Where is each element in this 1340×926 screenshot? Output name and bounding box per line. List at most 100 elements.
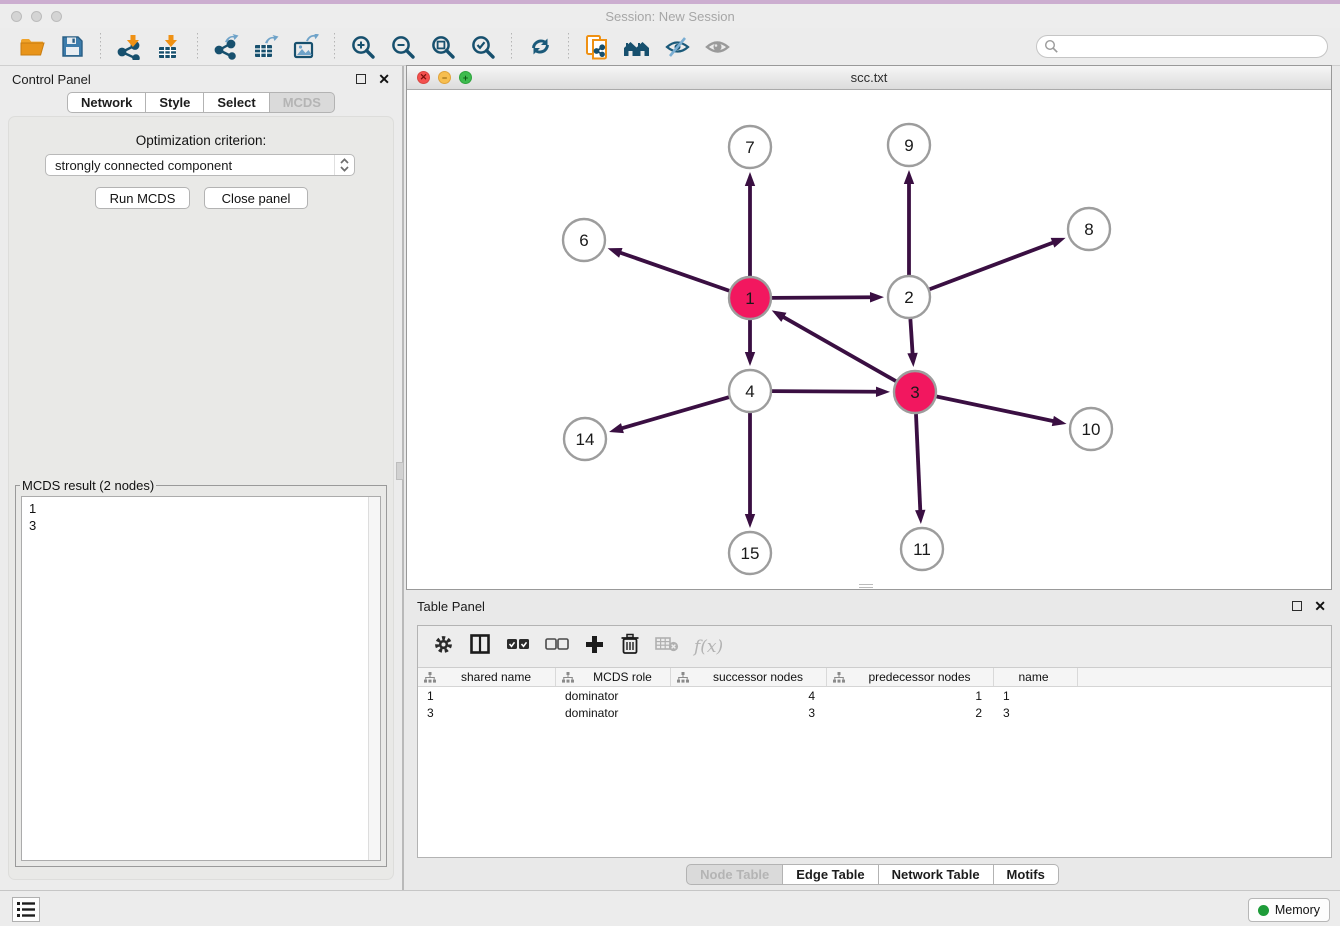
graph-node-9[interactable]: 9 bbox=[888, 124, 930, 166]
graph-arrowhead-1-7 bbox=[745, 172, 755, 186]
mcds-result-title: MCDS result (2 nodes) bbox=[20, 478, 156, 493]
graph-edge-1-2[interactable] bbox=[772, 297, 873, 298]
graph-edge-1-6[interactable] bbox=[618, 252, 729, 291]
memory-label: Memory bbox=[1275, 903, 1320, 917]
import-table-button[interactable] bbox=[154, 32, 184, 62]
graph-node-label: 1 bbox=[745, 289, 754, 308]
graph-edge-3-11[interactable] bbox=[916, 414, 920, 513]
column-header-name[interactable]: name bbox=[994, 668, 1078, 686]
zoom-in-button[interactable] bbox=[348, 32, 378, 62]
criterion-value: strongly connected component bbox=[46, 158, 334, 173]
open-folder-icon bbox=[19, 34, 45, 60]
graph-edge-4-3[interactable] bbox=[772, 391, 879, 392]
tab-network[interactable]: Network bbox=[67, 92, 146, 113]
zoom-selected-button[interactable] bbox=[468, 32, 498, 62]
show-columns-button[interactable] bbox=[469, 633, 491, 660]
save-icon bbox=[60, 34, 85, 59]
tab-mcds[interactable]: MCDS bbox=[270, 92, 335, 113]
graph-node-8[interactable]: 8 bbox=[1068, 208, 1110, 250]
unchecked-boxes-icon bbox=[545, 636, 569, 652]
cell-successor-nodes: 3 bbox=[671, 704, 827, 721]
graph-node-1[interactable]: 1 bbox=[729, 277, 771, 319]
column-header-successor-nodes[interactable]: successor nodes bbox=[671, 668, 827, 686]
table-row[interactable]: 3dominator323 bbox=[418, 704, 1331, 721]
copy-style-button[interactable] bbox=[582, 32, 612, 62]
graph-arrowhead-2-3 bbox=[907, 353, 917, 367]
show-all-button[interactable] bbox=[702, 32, 732, 62]
deselect-all-rows-button[interactable] bbox=[545, 636, 569, 657]
graph-node-7[interactable]: 7 bbox=[729, 126, 771, 168]
close-table-panel-icon[interactable]: ✕ bbox=[1314, 601, 1326, 611]
float-table-panel-icon[interactable] bbox=[1292, 601, 1302, 611]
graph-edge-4-14[interactable] bbox=[620, 397, 729, 429]
first-neighbors-button[interactable] bbox=[622, 32, 652, 62]
cell-name: 1 bbox=[994, 687, 1078, 704]
refresh-view-button[interactable] bbox=[525, 32, 555, 62]
search-input[interactable] bbox=[1059, 37, 1327, 56]
delete-row-button[interactable] bbox=[620, 633, 640, 660]
graph-node-4[interactable]: 4 bbox=[729, 370, 771, 412]
graph-edge-3-10[interactable] bbox=[937, 397, 1056, 422]
column-header-shared-name[interactable]: shared name bbox=[418, 668, 556, 686]
close-panel-button[interactable]: Close panel bbox=[204, 187, 308, 209]
eye-slash-icon bbox=[664, 35, 691, 59]
column-header-predecessor-nodes[interactable]: predecessor nodes bbox=[827, 668, 994, 686]
graph-node-10[interactable]: 10 bbox=[1070, 408, 1112, 450]
zoom-fit-button[interactable] bbox=[428, 32, 458, 62]
hide-selected-button[interactable] bbox=[662, 32, 692, 62]
table-tabs: Node TableEdge TableNetwork TableMotifs bbox=[405, 864, 1340, 885]
zoom-out-button[interactable] bbox=[388, 32, 418, 62]
export-image-button[interactable] bbox=[291, 32, 321, 62]
network-canvas[interactable]: 7 9 6 8 1 2 4 3 14 10 15 11 bbox=[407, 90, 1331, 589]
graph-edge-3-1[interactable] bbox=[781, 316, 896, 381]
zoom-in-icon bbox=[350, 34, 376, 60]
graph-arrowhead-3-1 bbox=[772, 310, 787, 321]
select-all-rows-button[interactable] bbox=[506, 636, 530, 657]
tab-edge-table[interactable]: Edge Table bbox=[783, 864, 878, 885]
memory-button[interactable]: Memory bbox=[1248, 898, 1330, 922]
gear-icon bbox=[433, 634, 454, 655]
graph-node-3[interactable]: 3 bbox=[894, 371, 936, 413]
list-icon bbox=[16, 901, 36, 918]
graph-edge-2-8[interactable] bbox=[930, 242, 1056, 290]
graph-arrowhead-3-10 bbox=[1052, 416, 1067, 426]
export-table-button[interactable] bbox=[251, 32, 281, 62]
search-field[interactable] bbox=[1036, 35, 1328, 58]
tab-network-table[interactable]: Network Table bbox=[879, 864, 994, 885]
toolbar-separator bbox=[100, 33, 101, 61]
cell-predecessor-nodes: 1 bbox=[827, 687, 994, 704]
view-resize-handle[interactable] bbox=[859, 584, 873, 588]
criterion-select[interactable]: strongly connected component bbox=[45, 154, 355, 176]
attribute-gear-button[interactable] bbox=[433, 634, 454, 660]
graph-node-label: 3 bbox=[910, 383, 919, 402]
graph-node-14[interactable]: 14 bbox=[564, 418, 606, 460]
graph-node-15[interactable]: 15 bbox=[729, 532, 771, 574]
tab-motifs[interactable]: Motifs bbox=[994, 864, 1059, 885]
column-header-MCDS-role[interactable]: MCDS role bbox=[556, 668, 671, 686]
graph-node-2[interactable]: 2 bbox=[888, 276, 930, 318]
save-session-button[interactable] bbox=[57, 32, 87, 62]
add-row-button[interactable] bbox=[584, 634, 605, 660]
splitter-handle[interactable] bbox=[396, 462, 404, 480]
graph-node-11[interactable]: 11 bbox=[901, 528, 943, 570]
graph-edge-2-3[interactable] bbox=[910, 319, 912, 356]
trash-icon bbox=[620, 633, 640, 655]
export-network-button[interactable] bbox=[211, 32, 241, 62]
graph-node-6[interactable]: 6 bbox=[563, 219, 605, 261]
float-panel-icon[interactable] bbox=[356, 74, 366, 84]
run-mcds-button[interactable]: Run MCDS bbox=[95, 187, 190, 209]
tab-node-table[interactable]: Node Table bbox=[686, 864, 783, 885]
table-row[interactable]: 1dominator411 bbox=[418, 687, 1331, 704]
network-titlebar[interactable]: ✕ − + scc.txt bbox=[407, 66, 1331, 90]
import-network-button[interactable] bbox=[114, 32, 144, 62]
delete-table-button[interactable] bbox=[655, 635, 679, 658]
network-title: scc.txt bbox=[407, 70, 1331, 85]
tab-select[interactable]: Select bbox=[204, 92, 269, 113]
open-session-button[interactable] bbox=[17, 32, 47, 62]
close-panel-icon[interactable]: ✕ bbox=[378, 74, 390, 84]
export-image-icon bbox=[293, 34, 319, 60]
result-scrollbar[interactable] bbox=[368, 497, 380, 860]
apply-function-button[interactable]: f(x) bbox=[694, 637, 723, 657]
tab-style[interactable]: Style bbox=[146, 92, 204, 113]
task-history-button[interactable] bbox=[12, 897, 40, 922]
